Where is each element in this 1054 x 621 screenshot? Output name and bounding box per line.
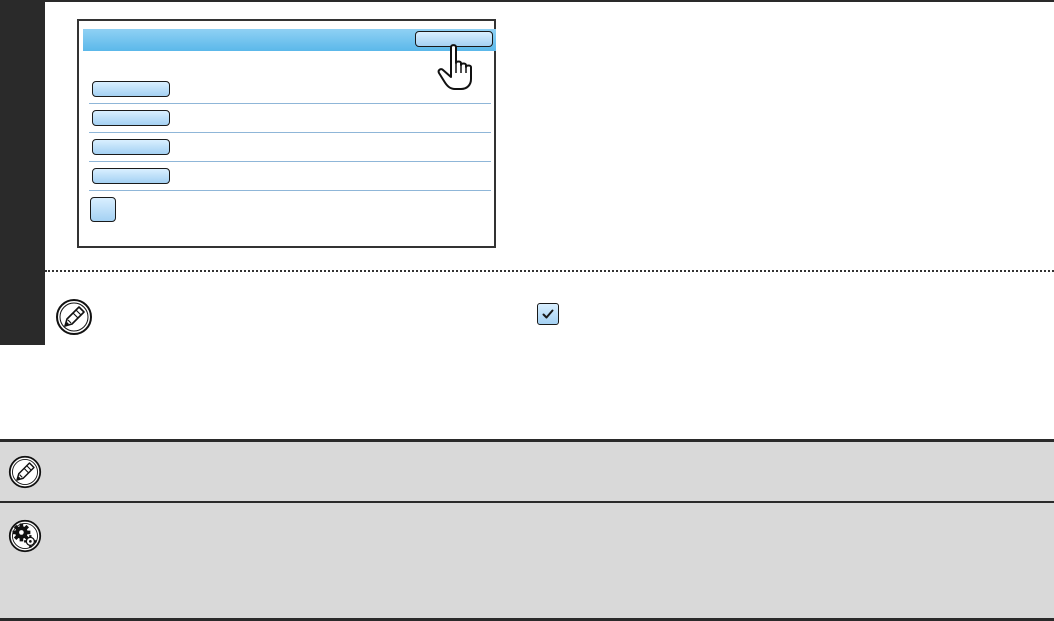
row-button[interactable] [92,168,170,184]
dotted-divider [45,270,1054,272]
panel-row [89,104,491,133]
step-bar [0,0,45,345]
checkmark-icon [542,309,554,319]
info-note-box [0,439,1054,503]
top-rule [0,0,1054,2]
panel-screenshot [77,19,496,248]
pencil-note-icon [8,455,42,489]
panel-row [89,75,491,104]
row-button[interactable] [92,81,170,97]
panel-row [89,133,491,162]
panel-header [83,29,496,51]
checkbox-illustration [537,303,559,325]
row-button[interactable] [92,110,170,126]
row-button[interactable] [92,139,170,155]
gears-icon [8,519,42,553]
panel-row [89,162,491,191]
small-button[interactable] [90,197,116,222]
info-settings-box [0,503,1054,621]
pencil-note-icon [56,299,92,335]
